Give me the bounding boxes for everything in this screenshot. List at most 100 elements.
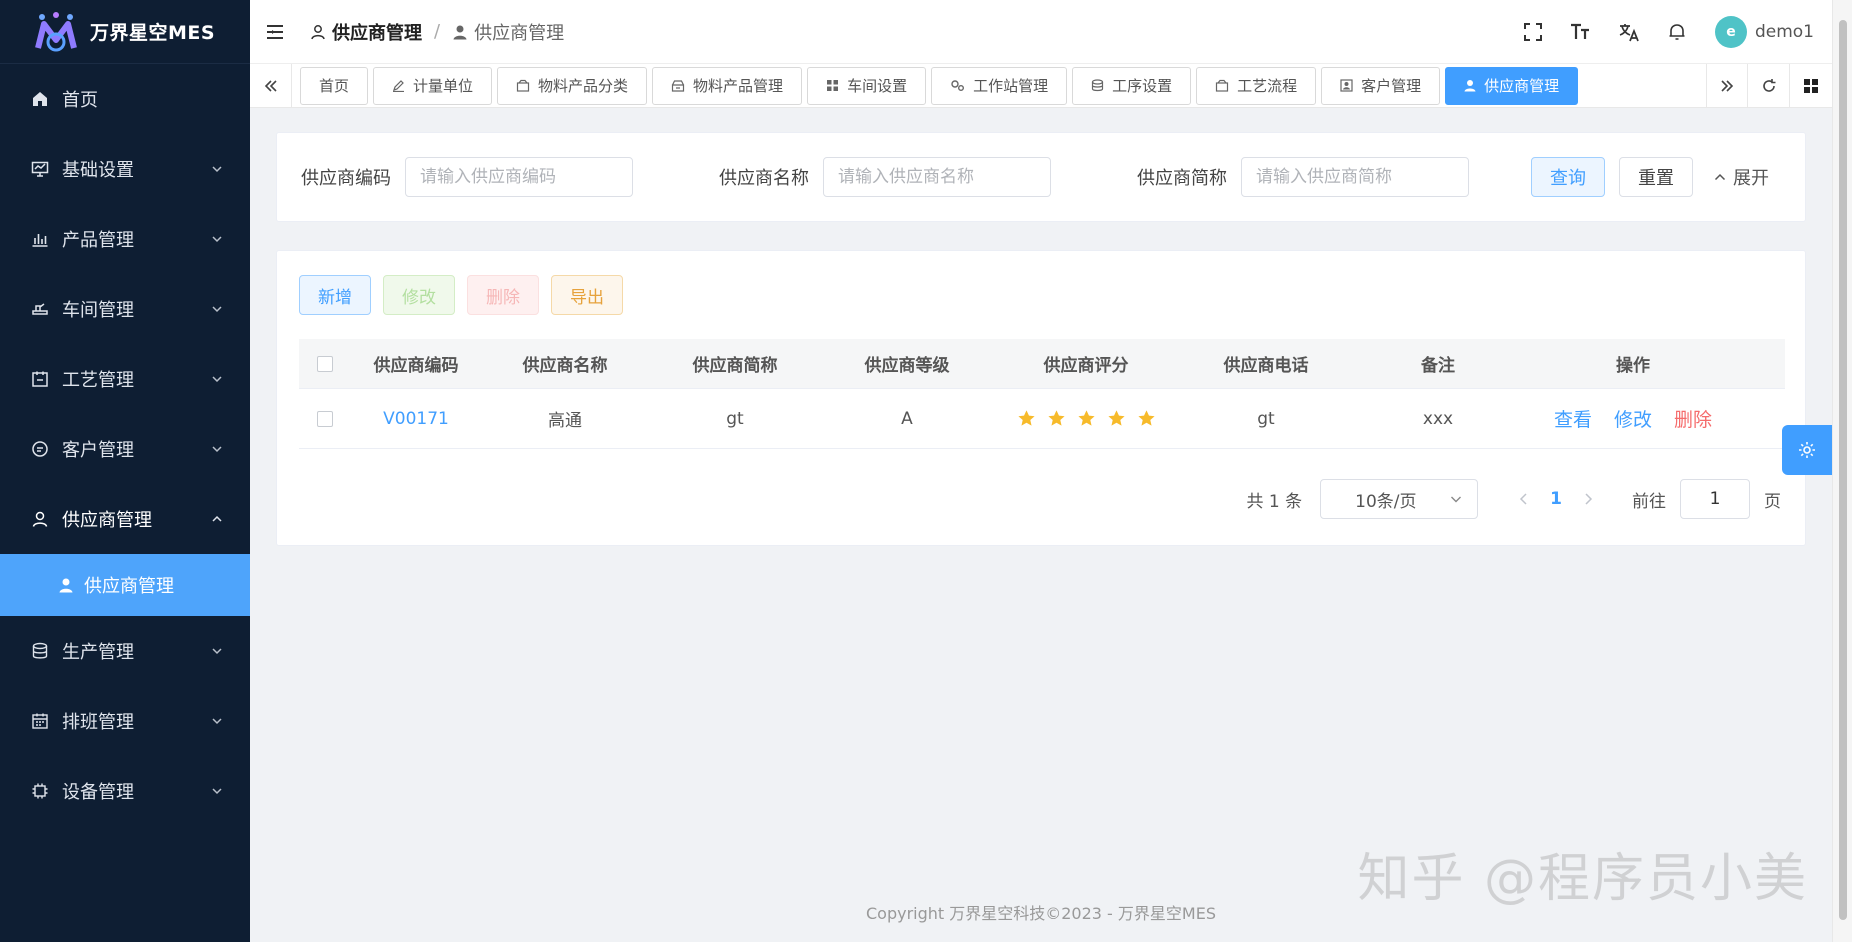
supplier-code-input[interactable] — [405, 157, 633, 197]
grid-icon — [826, 79, 839, 92]
page-scrollbar[interactable] — [1832, 0, 1852, 942]
chevron-down-icon — [212, 376, 222, 383]
logo[interactable]: 万界星空MES — [0, 0, 250, 64]
breadcrumb-item[interactable]: 供应商管理 — [310, 19, 422, 45]
scrollbar-thumb[interactable] — [1839, 20, 1847, 920]
sidebar-item-equipment[interactable]: 设备管理 — [0, 756, 250, 826]
row-checkbox[interactable] — [299, 410, 351, 427]
sidebar-item-customer[interactable]: 客户管理 — [0, 414, 250, 484]
avatar[interactable]: e — [1714, 15, 1747, 48]
process-icon — [30, 369, 50, 389]
tab-list: 首页 计量单位 物料产品分类 物料产品管理 车间设置 工作站管理 工序设置 工艺… — [292, 66, 1706, 105]
query-button[interactable]: 查询 — [1531, 157, 1605, 197]
hamburger-icon[interactable] — [264, 21, 286, 43]
sidebar-item-home[interactable]: 首页 — [0, 64, 250, 134]
delete-button[interactable]: 删除 — [467, 275, 539, 315]
view-link[interactable]: 查看 — [1554, 405, 1592, 432]
apps-grid-icon[interactable] — [1790, 64, 1832, 108]
tab-workshop-settings[interactable]: 车间设置 — [807, 66, 927, 105]
star-icon[interactable] — [1137, 409, 1156, 428]
sidebar-item-process[interactable]: 工艺管理 — [0, 344, 250, 414]
sidebar-item-schedule[interactable]: 排班管理 — [0, 686, 250, 756]
monitor-icon — [30, 159, 50, 179]
tab-material-category[interactable]: 物料产品分类 — [497, 66, 648, 105]
reset-button[interactable]: 重置 — [1619, 157, 1693, 197]
search-label-name: 供应商名称 — [719, 168, 809, 189]
fullscreen-icon[interactable] — [1521, 20, 1545, 44]
remark-cell: xxx — [1422, 408, 1454, 429]
tabs-scroll-right-icon[interactable] — [1706, 63, 1748, 108]
goto-page-input[interactable] — [1680, 479, 1750, 519]
search-field-name: 供应商名称 — [719, 157, 1051, 197]
tab-supplier-management[interactable]: 供应商管理 — [1445, 66, 1579, 105]
user-name[interactable]: demo1 — [1755, 22, 1814, 42]
star-icon[interactable] — [1047, 409, 1066, 428]
sidebar-item-basic-settings[interactable]: 基础设置 — [0, 134, 250, 204]
page-size-select[interactable]: 10条/页 — [1320, 479, 1479, 519]
box-open-icon — [671, 79, 685, 92]
select-all-checkbox[interactable] — [299, 355, 351, 372]
sidebar-item-production[interactable]: 生产管理 — [0, 616, 250, 686]
tab-customer-management[interactable]: 客户管理 — [1321, 66, 1441, 105]
chevron-up-icon — [212, 515, 222, 522]
sidebar-item-supplier[interactable]: 供应商管理 — [0, 484, 250, 554]
tab-process-flow[interactable]: 工艺流程 — [1196, 66, 1317, 105]
table-header: 供应商编码 供应商名称 供应商简称 供应商等级 供应商评分 供应商电话 备注 操… — [299, 339, 1785, 389]
chevron-down-icon — [212, 446, 222, 453]
search-label-short: 供应商简称 — [1137, 168, 1227, 189]
star-icon[interactable] — [1017, 409, 1036, 428]
tabs-scroll-left-icon[interactable] — [250, 63, 292, 108]
translate-icon[interactable] — [1617, 20, 1641, 44]
sidebar-item-workshop[interactable]: 车间管理 — [0, 274, 250, 344]
supplier-rating-cell — [993, 409, 1179, 428]
page-unit-label: 页 — [1764, 491, 1781, 512]
bell-icon[interactable] — [1665, 20, 1689, 44]
star-icon[interactable] — [1107, 409, 1126, 428]
breadcrumb-separator: / — [434, 21, 441, 42]
user-icon — [310, 24, 326, 40]
col-header: 备注 — [1421, 356, 1455, 376]
expand-toggle[interactable]: 展开 — [1713, 164, 1769, 190]
edit-link[interactable]: 修改 — [1614, 405, 1652, 432]
chart-icon — [30, 229, 50, 249]
contact-icon — [1340, 79, 1353, 92]
tab-workstation[interactable]: 工作站管理 — [931, 66, 1068, 105]
goto-label: 前往 — [1632, 491, 1666, 512]
settings-gear-button[interactable] — [1782, 425, 1832, 475]
tab-home[interactable]: 首页 — [300, 66, 369, 105]
font-size-icon[interactable] — [1569, 20, 1593, 44]
chevron-down-icon — [1451, 496, 1462, 503]
row-actions: 查看 修改 删除 — [1523, 405, 1743, 432]
user-icon — [452, 24, 468, 40]
page-number[interactable]: 1 — [1550, 489, 1562, 509]
tab-material-management[interactable]: 物料产品管理 — [652, 66, 803, 105]
logo-text: 万界星空MES — [90, 22, 216, 44]
edit-button[interactable]: 修改 — [383, 275, 455, 315]
user-icon — [1464, 79, 1476, 92]
supplier-code-link[interactable]: V00171 — [351, 409, 481, 429]
search-field-code: 供应商编码 — [301, 157, 633, 197]
tags-view: 首页 计量单位 物料产品分类 物料产品管理 车间设置 工作站管理 工序设置 工艺… — [250, 63, 1832, 108]
supplier-table: 供应商编码 供应商名称 供应商简称 供应商等级 供应商评分 供应商电话 备注 操… — [299, 339, 1785, 449]
chevron-up-icon — [1713, 170, 1727, 184]
star-icon[interactable] — [1077, 409, 1096, 428]
sidebar: 万界星空MES 首页 基础设置 产品管理 车间管理 工艺管理 客户管理 供应商管… — [0, 0, 250, 942]
add-button[interactable]: 新增 — [299, 275, 371, 315]
prev-page-icon[interactable] — [1514, 492, 1534, 506]
refresh-icon[interactable] — [1748, 63, 1790, 108]
next-page-icon[interactable] — [1578, 492, 1598, 506]
database-icon — [30, 641, 50, 661]
breadcrumb: 供应商管理 / 供应商管理 — [310, 19, 564, 45]
col-header: 供应商等级 — [864, 356, 950, 376]
search-label-code: 供应商编码 — [301, 168, 391, 189]
sidebar-item-product[interactable]: 产品管理 — [0, 204, 250, 274]
delete-link[interactable]: 删除 — [1674, 405, 1712, 432]
export-button[interactable]: 导出 — [551, 275, 623, 315]
sidebar-subitem-supplier-management[interactable]: 供应商管理 — [0, 554, 250, 616]
tab-measure-unit[interactable]: 计量单位 — [373, 66, 493, 105]
logo-icon — [35, 11, 77, 51]
supplier-name-input[interactable] — [823, 157, 1051, 197]
box-icon — [1215, 79, 1229, 92]
tab-operation-settings[interactable]: 工序设置 — [1072, 66, 1192, 105]
supplier-short-name-input[interactable] — [1241, 157, 1469, 197]
